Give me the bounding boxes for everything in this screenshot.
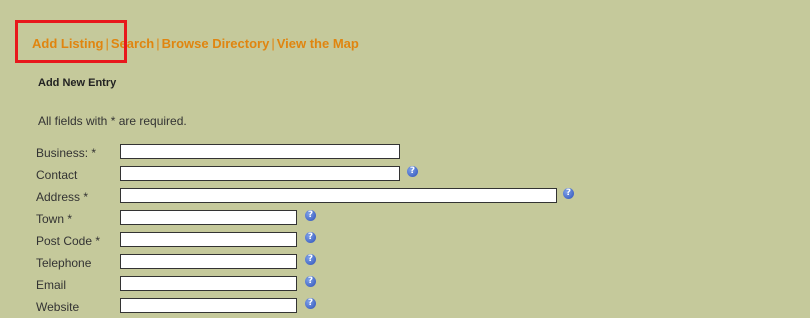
contact-input[interactable] xyxy=(120,166,400,181)
highlight-box xyxy=(15,20,127,63)
telephone-input[interactable] xyxy=(120,254,297,269)
email-help-icon[interactable]: ? xyxy=(305,276,316,287)
address-label: Address * xyxy=(36,190,89,204)
town-input[interactable] xyxy=(120,210,297,225)
required-fields-note: All fields with * are required. xyxy=(38,114,187,128)
email-input[interactable] xyxy=(120,276,297,291)
page-title: Add New Entry xyxy=(38,77,117,89)
nav-separator: | xyxy=(271,36,275,51)
town-label: Town * xyxy=(36,212,73,226)
telephone-label: Telephone xyxy=(36,256,92,270)
post-code-label: Post Code * xyxy=(36,234,101,248)
post-code-help-icon[interactable]: ? xyxy=(305,232,316,243)
business-label: Business: * xyxy=(36,146,97,160)
website-help-icon[interactable]: ? xyxy=(305,298,316,309)
address-help-icon[interactable]: ? xyxy=(563,188,574,199)
post-code-input[interactable] xyxy=(120,232,297,247)
contact-help-icon[interactable]: ? xyxy=(407,166,418,177)
nav-separator: | xyxy=(156,36,160,51)
website-input[interactable] xyxy=(120,298,297,313)
telephone-help-icon[interactable]: ? xyxy=(305,254,316,265)
contact-label: Contact xyxy=(36,168,78,182)
website-label: Website xyxy=(36,300,80,314)
email-label: Email xyxy=(36,278,67,292)
business-input[interactable] xyxy=(120,144,400,159)
browse-directory-link[interactable]: Browse Directory xyxy=(162,36,270,51)
town-help-icon[interactable]: ? xyxy=(305,210,316,221)
address-input[interactable] xyxy=(120,188,557,203)
view-map-link[interactable]: View the Map xyxy=(277,36,359,51)
